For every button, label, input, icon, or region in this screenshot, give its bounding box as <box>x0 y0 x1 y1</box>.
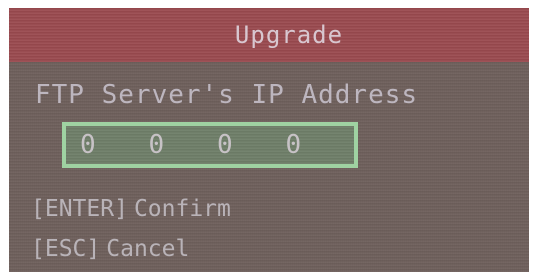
confirm-hint[interactable]: [ENTER] Confirm <box>31 196 231 222</box>
ftp-ip-label: FTP Server's IP Address <box>35 80 419 110</box>
ip-octet-4[interactable]: 0 <box>286 130 355 160</box>
ip-octet-1[interactable]: 0 <box>80 130 149 160</box>
cancel-label: Cancel <box>106 236 190 262</box>
dialog-title: Upgrade <box>234 21 344 49</box>
ip-octet-2[interactable]: 0 <box>149 130 218 160</box>
ftp-ip-input[interactable]: 0 0 0 0 <box>62 122 358 168</box>
enter-key-label: [ENTER] <box>31 196 128 222</box>
ip-octet-3[interactable]: 0 <box>217 130 286 160</box>
esc-key-label: [ESC] <box>31 236 101 262</box>
title-bar: Upgrade <box>9 8 529 62</box>
confirm-label: Confirm <box>133 196 231 222</box>
cancel-hint[interactable]: [ESC] Cancel <box>31 236 189 262</box>
upgrade-dialog: Upgrade FTP Server's IP Address 0 0 0 0 … <box>9 8 529 272</box>
